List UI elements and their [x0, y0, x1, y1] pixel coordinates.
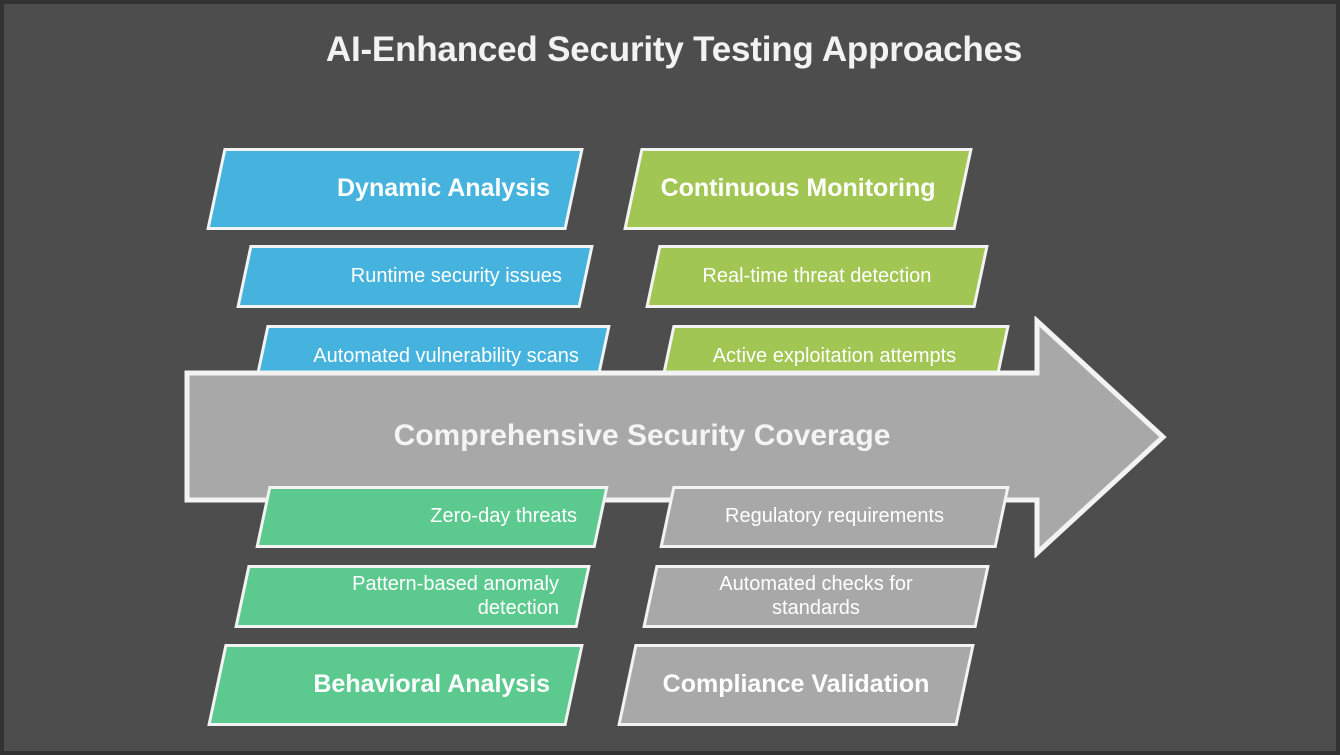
- quadrant-bottom-left-heading-label: Behavioral Analysis: [313, 670, 550, 699]
- diagram-canvas: AI-Enhanced Security Testing Approaches …: [0, 0, 1340, 755]
- quadrant-bottom-right-item-1-label: Regulatory requirements: [725, 505, 944, 528]
- quadrant-top-left-heading-shape[interactable]: Dynamic Analysis: [206, 148, 584, 230]
- quadrant-bottom-left-item-1-label: Zero-day threats: [430, 505, 577, 528]
- page-title: AI-Enhanced Security Testing Approaches: [325, 30, 1023, 69]
- quadrant-top-left-item-1-label: Runtime security issues: [350, 264, 562, 287]
- quadrant-top-right-item-1-shape[interactable]: Real-time threat detection: [645, 245, 989, 308]
- quadrant-bottom-left-item-1-shape[interactable]: Zero-day threats: [255, 486, 609, 548]
- quadrant-bottom-right-heading-label: Compliance Validation: [662, 670, 930, 699]
- quadrant-bottom-right-heading-shape[interactable]: Compliance Validation: [617, 644, 975, 726]
- quadrant-bottom-left-item-2-shape[interactable]: Pattern-based anomaly detection: [234, 565, 591, 628]
- quadrant-bottom-right-item-1-shape[interactable]: Regulatory requirements: [659, 486, 1010, 548]
- quadrant-top-right-heading-shape[interactable]: Continuous Monitoring: [623, 148, 973, 230]
- quadrant-bottom-left-heading-shape[interactable]: Behavioral Analysis: [207, 644, 584, 726]
- quadrant-bottom-right-item-2-shape[interactable]: Automated checks for standards: [642, 565, 990, 628]
- quadrant-top-left-item-1-shape[interactable]: Runtime security issues: [236, 245, 594, 308]
- quadrant-top-left-heading-label: Dynamic Analysis: [336, 174, 550, 203]
- quadrant-top-right-item-1-label: Real-time threat detection: [702, 264, 932, 287]
- quadrant-bottom-right-item-2-label: Automated checks for standards: [719, 572, 913, 619]
- quadrant-bottom-left-item-2-label: Pattern-based anomaly detection: [352, 572, 559, 619]
- quadrant-top-right-heading-label: Continuous Monitoring: [660, 174, 936, 203]
